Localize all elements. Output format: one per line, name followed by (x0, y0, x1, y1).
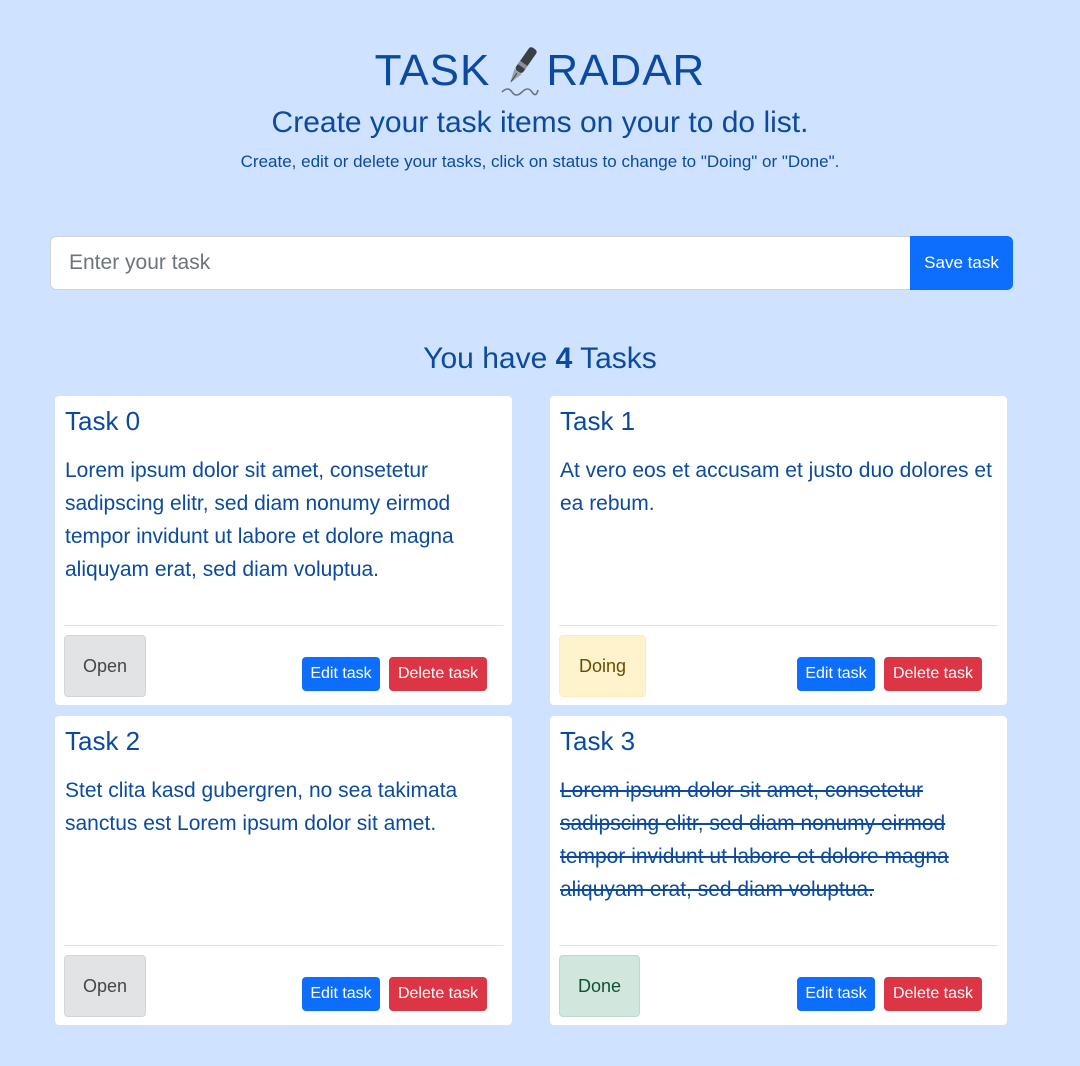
task-description: Stet clita kasd gubergren, no sea takima… (65, 779, 458, 835)
delete-task-button[interactable]: Delete task (389, 657, 487, 691)
task-card-grid: Task 0 Lorem ipsum dolor sit amet, conse… (55, 396, 1007, 1025)
task-title: Task 2 (65, 726, 141, 756)
edit-task-button[interactable]: Edit task (302, 657, 380, 691)
page-header: TASK RADAR Create your task items on you… (0, 40, 1080, 172)
card-divider (559, 945, 998, 946)
page-subtitle: Create your task items on your to do lis… (271, 106, 809, 139)
task-card: Task 3 Lorem ipsum dolor sit amet, conse… (550, 716, 1007, 1025)
fountain-pen-icon (498, 42, 542, 100)
task-description-done: Lorem ipsum dolor sit amet, consetetur s… (560, 779, 949, 901)
status-button-done[interactable]: Done (559, 955, 640, 1017)
instructions-text: Create, edit or delete your tasks, click… (240, 152, 840, 171)
task-card: Task 0 Lorem ipsum dolor sit amet, conse… (55, 396, 512, 705)
delete-task-button[interactable]: Delete task (389, 977, 487, 1011)
card-divider (64, 625, 503, 626)
delete-task-button[interactable]: Delete task (884, 977, 982, 1011)
status-button-doing[interactable]: Doing (559, 635, 646, 697)
app-title: TASK RADAR (0, 40, 1080, 102)
edit-task-button[interactable]: Edit task (302, 977, 380, 1011)
app-title-left: TASK (374, 46, 491, 95)
status-button-open[interactable]: Open (64, 635, 146, 697)
card-divider (64, 945, 503, 946)
task-input[interactable] (50, 236, 910, 290)
task-card: Task 1 At vero eos et accusam et justo d… (550, 396, 1007, 705)
task-description: At vero eos et accusam et justo duo dolo… (560, 459, 992, 515)
task-title: Task 3 (560, 726, 636, 756)
save-task-button[interactable]: Save task (910, 236, 1013, 290)
task-count-suffix: Tasks (580, 342, 657, 375)
task-title: Task 1 (560, 406, 636, 436)
delete-task-button[interactable]: Delete task (884, 657, 982, 691)
task-card: Task 2 Stet clita kasd gubergren, no sea… (55, 716, 512, 1025)
new-task-form: Save task (50, 236, 1013, 290)
edit-task-button[interactable]: Edit task (797, 977, 875, 1011)
edit-task-button[interactable]: Edit task (797, 657, 875, 691)
task-count-prefix: You have (423, 342, 548, 375)
task-description: Lorem ipsum dolor sit amet, consetetur s… (65, 459, 454, 581)
app-title-right: RADAR (546, 46, 706, 95)
task-title: Task 0 (65, 406, 141, 436)
task-count-number: 4 (555, 342, 573, 375)
task-count-heading: You have 4 Tasks (0, 342, 1080, 376)
card-divider (559, 625, 998, 626)
status-button-open[interactable]: Open (64, 955, 146, 1017)
